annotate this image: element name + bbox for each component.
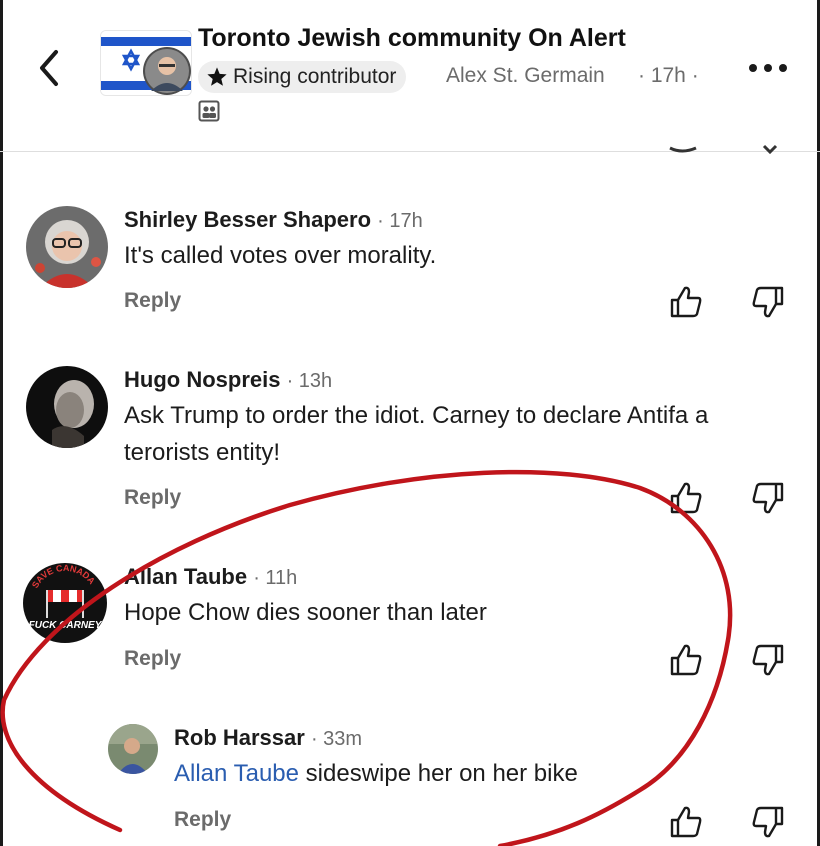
badge-label: Rising contributor bbox=[233, 65, 397, 88]
thumbs-up-icon[interactable] bbox=[668, 480, 704, 516]
comment-text: It's called votes over morality. bbox=[124, 242, 437, 269]
avatar-photo: SAVE CANADA FUCK CARNEY bbox=[23, 563, 107, 643]
avatar-text: FUCK CARNEY bbox=[29, 620, 103, 631]
thumbs-down-icon[interactable] bbox=[750, 284, 786, 320]
comment-author[interactable]: Shirley Besser Shapero · 17h bbox=[124, 207, 423, 233]
israel-flag-image bbox=[101, 31, 191, 95]
comment-author-name[interactable]: Rob Harssar bbox=[174, 725, 305, 750]
group-title[interactable]: Toronto Jewish community On Alert bbox=[198, 24, 626, 53]
more-options-icon bbox=[749, 64, 757, 72]
post-header: Toronto Jewish community On Alert Rising… bbox=[0, 0, 820, 154]
avatar-photo bbox=[26, 366, 108, 448]
thumbs-up-icon[interactable] bbox=[668, 284, 704, 320]
group-avatar[interactable] bbox=[100, 30, 192, 96]
comment-timestamp: · 17h bbox=[377, 210, 423, 232]
cropped-icons-fragment bbox=[669, 144, 778, 154]
commenter-avatar[interactable] bbox=[108, 724, 158, 774]
comment-timestamp: · 33m bbox=[310, 728, 363, 750]
rising-contributor-badge: Rising contributor bbox=[198, 61, 407, 93]
comment-author[interactable]: Hugo Nospreis · 13h bbox=[124, 367, 332, 393]
comment-author-name[interactable]: Hugo Nospreis bbox=[124, 367, 280, 392]
reply-button[interactable]: Reply bbox=[124, 486, 181, 510]
comment-timestamp: · 13h bbox=[286, 370, 333, 392]
commenter-avatar[interactable]: SAVE CANADA FUCK CARNEY bbox=[22, 562, 108, 644]
thumbs-up-icon[interactable] bbox=[668, 804, 704, 840]
comment-text: Allan Taube sideswipe her on her bike bbox=[174, 755, 774, 792]
commenter-avatar[interactable] bbox=[26, 366, 108, 448]
reply-button[interactable]: Reply bbox=[124, 647, 181, 671]
avatar-photo bbox=[26, 206, 108, 288]
comment-author[interactable]: Allan Taube · 11h bbox=[124, 564, 297, 590]
reply-button[interactable]: Reply bbox=[124, 289, 181, 313]
comment-author[interactable]: Rob Harssar · 33m bbox=[174, 725, 362, 751]
comment-timestamp: · 11h bbox=[253, 567, 298, 589]
commenter-avatar[interactable] bbox=[26, 206, 108, 288]
mention-link[interactable]: Allan Taube bbox=[174, 760, 299, 787]
star-icon bbox=[207, 67, 227, 86]
post-author-name[interactable]: Alex St. Germain bbox=[446, 64, 605, 88]
comment-text: Hope Chow dies sooner than later bbox=[124, 599, 487, 626]
comment-author-name[interactable]: Allan Taube bbox=[124, 564, 247, 589]
comment-text-body: sideswipe her on her bike bbox=[299, 760, 578, 787]
more-options-button[interactable] bbox=[744, 56, 792, 80]
post-timestamp: · 17h · bbox=[638, 64, 699, 87]
more-options-icon bbox=[779, 64, 787, 72]
thumbs-down-icon[interactable] bbox=[750, 804, 786, 840]
comment-author-name[interactable]: Shirley Besser Shapero bbox=[124, 207, 371, 232]
thumbs-down-icon[interactable] bbox=[750, 480, 786, 516]
avatar-photo bbox=[108, 724, 158, 774]
reply-button[interactable]: Reply bbox=[174, 808, 231, 832]
back-arrow-icon bbox=[40, 50, 58, 86]
members-icon bbox=[198, 100, 220, 127]
back-button[interactable] bbox=[30, 44, 70, 92]
more-options-icon bbox=[764, 64, 772, 72]
thumbs-down-icon[interactable] bbox=[750, 642, 786, 678]
comment-text: Ask Trump to order the idiot. Carney to … bbox=[124, 402, 709, 466]
thumbs-up-icon[interactable] bbox=[668, 642, 704, 678]
